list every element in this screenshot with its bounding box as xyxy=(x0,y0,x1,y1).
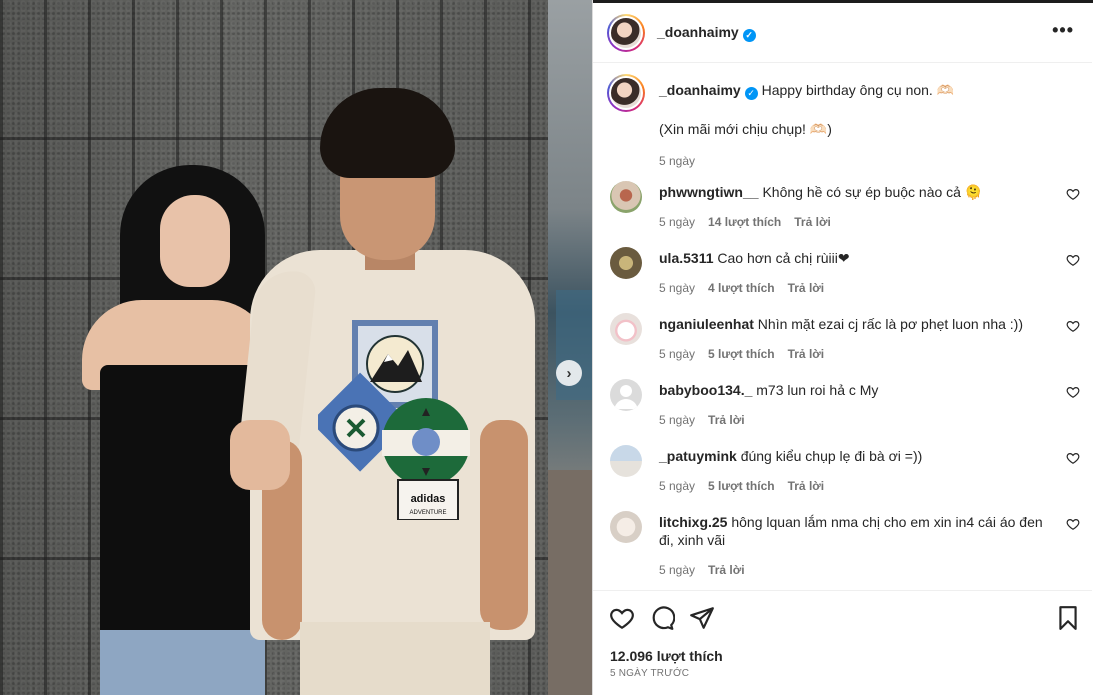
like-comment-heart-icon[interactable] xyxy=(1066,187,1080,201)
reply-button[interactable]: Trả lời xyxy=(788,345,825,363)
like-comment-heart-icon[interactable] xyxy=(1066,319,1080,333)
comment-likes[interactable]: 5 lượt thích xyxy=(708,345,775,363)
comment-time[interactable]: 5 ngày xyxy=(659,279,695,297)
default-avatar-icon[interactable] xyxy=(610,379,642,411)
boy-arm xyxy=(480,420,528,630)
comment-time[interactable]: 5 ngày xyxy=(659,561,695,579)
like-comment-heart-icon[interactable] xyxy=(1066,385,1080,399)
comment-item: litchixg.25 hông lquan lắm nma chị cho e… xyxy=(607,511,1082,579)
like-heart-icon[interactable] xyxy=(609,605,635,631)
comment-time[interactable]: 5 ngày xyxy=(659,411,695,429)
commenter-username[interactable]: nganiuleenhat xyxy=(659,316,754,332)
caption-username[interactable]: _doanhaimy xyxy=(659,82,741,98)
comment-text: m73 lun roi hả c My xyxy=(756,382,879,398)
commenter-avatar[interactable] xyxy=(610,313,642,345)
post-photo[interactable]: adidas ADVENTURE › xyxy=(0,0,592,695)
reply-button[interactable]: Trả lời xyxy=(788,477,825,495)
next-image-button[interactable]: › xyxy=(556,360,582,386)
commenter-username[interactable]: babyboo134._ xyxy=(659,382,752,398)
post-header: _doanhaimy ✓ ••• xyxy=(593,3,1092,63)
like-comment-heart-icon[interactable] xyxy=(1066,517,1080,531)
comment-time[interactable]: 5 ngày xyxy=(659,345,695,363)
comment-likes[interactable]: 14 lượt thích xyxy=(708,213,781,231)
comment-time[interactable]: 5 ngày xyxy=(659,213,695,231)
caption-author-avatar[interactable] xyxy=(607,74,645,112)
comment-item: _patuymink đúng kiểu chụp lẹ đi bà ơi =)… xyxy=(607,445,1082,495)
comment-text: Nhìn mặt ezai cj rấc là pơ phẹt luon nha… xyxy=(757,316,1023,332)
shirt-graphic-print: adidas ADVENTURE xyxy=(318,320,470,520)
comment-text: Cao hơn cả chị rùiii❤ xyxy=(717,250,850,266)
comment-text: Không hề có sự ép buộc nào cả 🫠 xyxy=(762,184,983,200)
like-comment-heart-icon[interactable] xyxy=(1066,451,1080,465)
comment-item: ula.5311 Cao hơn cả chị rùiii❤ 5 ngày 4 … xyxy=(607,247,1082,297)
comment-text: đúng kiểu chụp lẹ đi bà ơi =)) xyxy=(740,448,923,464)
share-send-icon[interactable] xyxy=(689,605,715,631)
boy-pants xyxy=(300,622,490,695)
caption-text-line2: (Xin mãi mới chịu chụp! 🫶🏻) xyxy=(659,120,832,137)
girl-jeans xyxy=(100,630,265,695)
commenter-username[interactable]: phwwngtiwn__ xyxy=(659,184,759,200)
like-comment-heart-icon[interactable] xyxy=(1066,253,1080,267)
shirt-brand-text: adidas xyxy=(411,493,446,505)
comment-time[interactable]: 5 ngày xyxy=(659,477,695,495)
caption-text: Happy birthday ông cụ non. 🫶🏻 xyxy=(761,82,955,98)
comment-bubble-icon[interactable] xyxy=(649,605,675,631)
more-options-icon[interactable]: ••• xyxy=(1052,20,1074,41)
instagram-post-modal: adidas ADVENTURE › _doanhaimy ✓ ••• _doan… xyxy=(0,0,1093,695)
reply-button[interactable]: Trả lời xyxy=(708,411,745,429)
commenter-avatar[interactable] xyxy=(610,181,642,213)
girl-arm xyxy=(230,420,290,490)
verified-badge-icon: ✓ xyxy=(744,86,758,100)
caption-time[interactable]: 5 ngày xyxy=(659,152,1077,170)
comment-likes[interactable]: 5 lượt thích xyxy=(708,477,775,495)
commenter-avatar[interactable] xyxy=(610,247,642,279)
author-avatar[interactable] xyxy=(607,13,645,52)
post-caption: _doanhaimy ✓ Happy birthday ông cụ non. 🫶… xyxy=(607,74,1077,170)
commenter-username[interactable]: _patuymink xyxy=(659,448,737,464)
post-date[interactable]: 5 NGÀY TRƯỚC xyxy=(610,668,689,679)
reply-button[interactable]: Trả lời xyxy=(788,279,825,297)
background-restaurant xyxy=(548,0,592,695)
post-actions: 12.096 lượt thích 5 NGÀY TRƯỚC xyxy=(593,590,1092,695)
girl-face xyxy=(160,195,230,287)
shirt-sub-text: ADVENTURE xyxy=(409,510,446,516)
reply-button[interactable]: Trả lời xyxy=(794,213,831,231)
comment-item: nganiuleenhat Nhìn mặt ezai cj rấc là pơ… xyxy=(607,313,1082,363)
save-bookmark-icon[interactable] xyxy=(1055,605,1081,631)
commenter-avatar[interactable] xyxy=(610,445,642,477)
commenter-avatar[interactable] xyxy=(610,511,642,543)
comment-item: phwwngtiwn__ Không hề có sự ép buộc nào … xyxy=(607,181,1082,231)
author-username[interactable]: _doanhaimy ✓ xyxy=(657,24,756,42)
girl-black-top xyxy=(100,365,265,640)
post-sidebar: _doanhaimy ✓ ••• _doanhaimy ✓ Happy birthd… xyxy=(592,0,1093,695)
reply-button[interactable]: Trả lời xyxy=(708,561,745,579)
verified-badge-icon: ✓ xyxy=(742,28,756,42)
likes-count[interactable]: 12.096 lượt thích xyxy=(610,648,723,664)
comment-item: babyboo134._ m73 lun roi hả c My 5 ngày … xyxy=(607,379,1082,429)
commenter-username[interactable]: litchixg.25 xyxy=(659,514,727,530)
comment-likes[interactable]: 4 lượt thích xyxy=(708,279,775,297)
commenter-username[interactable]: ula.5311 xyxy=(659,250,714,266)
